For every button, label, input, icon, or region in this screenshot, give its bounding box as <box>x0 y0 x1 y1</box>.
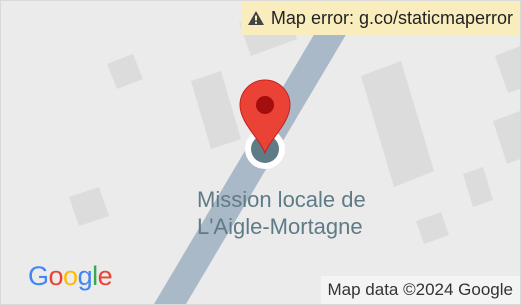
building-block <box>493 111 520 164</box>
static-map: Map error: g.co/staticmaperror Mission l… <box>0 0 521 305</box>
place-label-line1: Mission locale de <box>197 187 366 212</box>
building-block <box>191 71 241 149</box>
map-attribution: Map data ©2024 Google <box>320 276 520 304</box>
building-block <box>69 187 109 226</box>
place-label: Mission locale de L'Aigle-Mortagne <box>197 186 437 240</box>
building-block <box>495 46 520 93</box>
building-block <box>463 167 493 207</box>
map-error-text[interactable]: Map error: g.co/staticmaperror <box>271 8 513 29</box>
google-logo[interactable]: Google <box>28 260 113 292</box>
attribution-text: Map data ©2024 Google <box>327 280 514 299</box>
place-label-line2: L'Aigle-Mortagne <box>197 214 363 239</box>
building-block <box>107 54 143 89</box>
warning-triangle-icon <box>247 11 264 25</box>
map-base <box>69 1 520 304</box>
map-error-banner: Map error: g.co/staticmaperror <box>240 1 520 35</box>
building-block <box>361 61 434 187</box>
